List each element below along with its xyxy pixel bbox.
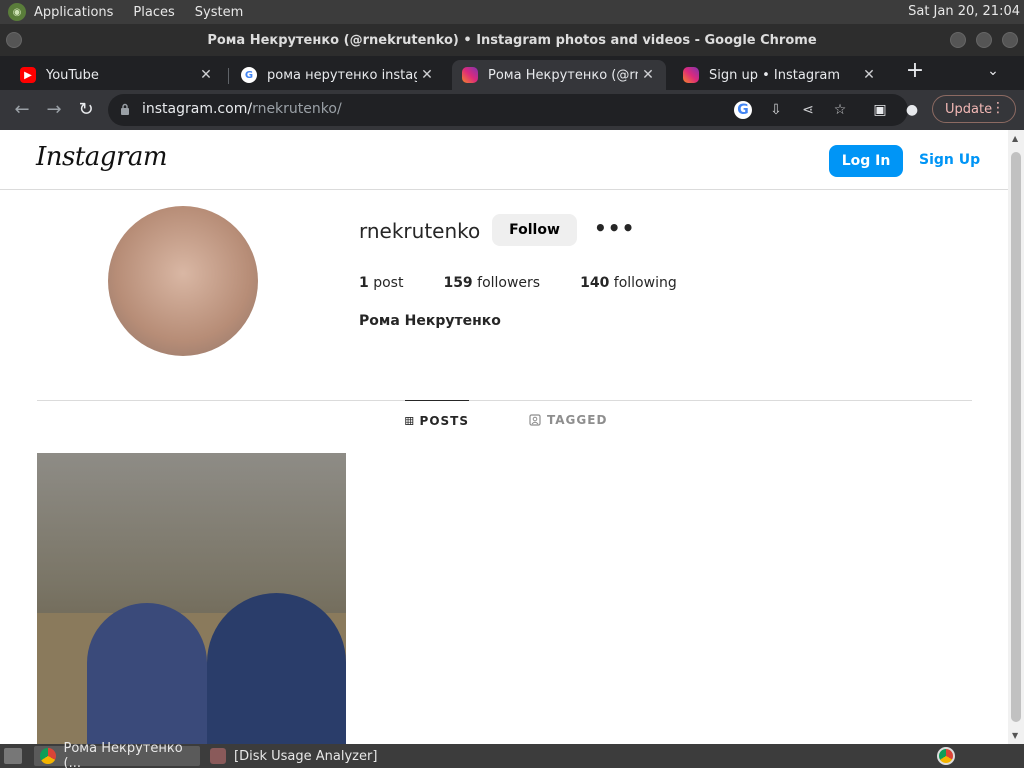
- bottom-taskbar: Рома Некрутенко (... [Disk Usage Analyze…: [0, 741, 1024, 768]
- following-count: 140: [580, 275, 610, 291]
- address-bar[interactable]: instagram.com/rnekrutenko/ G ⇩ ⋖ ☆: [108, 94, 908, 126]
- instagram-logo[interactable]: Instagram: [36, 142, 168, 172]
- tab-youtube[interactable]: ▶ YouTube ✕: [10, 60, 224, 90]
- instagram-page: Instagram Log In Sign Up rnekrutenko Fol…: [0, 130, 1008, 744]
- google-lens-icon[interactable]: G: [734, 101, 752, 119]
- update-button[interactable]: Update ⋮: [932, 95, 1016, 123]
- taskbar-item-label: Рома Некрутенко (...: [63, 741, 183, 768]
- instagram-header: Instagram Log In Sign Up: [0, 130, 1008, 190]
- window-menu-icon[interactable]: [6, 32, 22, 48]
- chevron-down-icon[interactable]: ⌄: [982, 60, 1004, 82]
- followers-count: 159: [443, 275, 473, 291]
- close-tab-icon[interactable]: ✕: [859, 67, 879, 83]
- login-button[interactable]: Log In: [829, 145, 903, 177]
- post-image-part: [87, 603, 207, 744]
- url-path: rnekrutenko/: [252, 101, 342, 117]
- install-app-icon[interactable]: ⇩: [766, 100, 786, 120]
- taskbar-item-label: [Disk Usage Analyzer]: [234, 748, 378, 764]
- instagram-icon: [462, 67, 478, 83]
- applications-menu[interactable]: Applications: [34, 5, 113, 20]
- post-image-part: [207, 593, 346, 744]
- tab-posts[interactable]: POSTS: [405, 400, 469, 440]
- url-host: instagram.com/: [142, 101, 253, 117]
- top-panel: ◉ Applications Places System Sat Jan 20,…: [0, 0, 1024, 24]
- minimize-icon[interactable]: [950, 32, 966, 48]
- profile-avatar[interactable]: [108, 206, 258, 356]
- chrome-tray-icon[interactable]: [937, 747, 955, 765]
- scroll-up-icon[interactable]: ▲: [1012, 134, 1018, 143]
- profile-stats: 1 post 159 followers 140 following: [359, 275, 717, 291]
- close-tab-icon[interactable]: ✕: [196, 67, 216, 83]
- google-icon: G: [241, 67, 257, 83]
- followers-label: followers: [477, 275, 541, 291]
- share-icon[interactable]: ⋖: [798, 100, 818, 120]
- lock-icon[interactable]: [120, 103, 130, 115]
- tab-tagged[interactable]: TAGGED: [529, 400, 607, 440]
- distro-logo-icon[interactable]: ◉: [8, 3, 26, 21]
- taskbar-item-disk-usage[interactable]: [Disk Usage Analyzer]: [204, 746, 384, 766]
- tabs-divider: [37, 400, 972, 401]
- grid-icon: [405, 416, 414, 425]
- close-tab-icon[interactable]: ✕: [417, 67, 437, 83]
- page-scrollbar[interactable]: ▲ ▼: [1008, 130, 1024, 744]
- profile-username: rnekrutenko: [359, 219, 481, 243]
- follow-button[interactable]: Follow: [492, 214, 577, 246]
- more-options-icon[interactable]: •••: [594, 216, 634, 244]
- close-window-icon[interactable]: [1002, 32, 1018, 48]
- post-thumbnail[interactable]: [37, 453, 346, 744]
- tab-label: Рома Некрутенко (@rnekrutenko): [488, 67, 638, 83]
- instagram-icon: [683, 67, 699, 83]
- posts-count: 1: [359, 275, 369, 291]
- update-label: Update: [945, 101, 993, 117]
- window-title-bar[interactable]: Рома Некрутенко (@rnekrutenko) • Instagr…: [0, 24, 1024, 56]
- following-stat[interactable]: 140 following: [580, 275, 677, 291]
- tab-instagram-signup[interactable]: Sign up • Instagram ✕: [673, 60, 887, 90]
- tab-instagram-profile[interactable]: Рома Некрутенко (@rnekrutenko) ✕: [452, 60, 666, 90]
- following-label: following: [613, 275, 677, 291]
- tab-posts-label: POSTS: [419, 413, 469, 428]
- places-menu[interactable]: Places: [133, 5, 174, 20]
- taskbar-item-chrome[interactable]: Рома Некрутенко (...: [34, 741, 200, 768]
- kebab-menu-icon[interactable]: ⋮: [991, 100, 1005, 116]
- window-title: Рома Некрутенко (@rnekrutenko) • Instagr…: [207, 32, 817, 48]
- bookmark-star-icon[interactable]: ☆: [830, 100, 850, 120]
- tab-strip: ▶ YouTube ✕ G рома нерутенко instagram ✕…: [0, 56, 1024, 90]
- posts-stat: 1 post: [359, 275, 403, 291]
- side-panel-icon[interactable]: ▣: [870, 100, 890, 120]
- clock[interactable]: Sat Jan 20, 21:04: [908, 4, 1020, 19]
- forward-icon[interactable]: →: [42, 98, 66, 122]
- tagged-icon: [529, 414, 541, 426]
- profile-icon[interactable]: ●: [902, 100, 922, 120]
- maximize-icon[interactable]: [976, 32, 992, 48]
- tab-separator: [228, 68, 229, 84]
- posts-label: post: [373, 275, 404, 291]
- scroll-down-icon[interactable]: ▼: [1012, 731, 1018, 740]
- signup-link[interactable]: Sign Up: [919, 152, 980, 168]
- back-icon[interactable]: ←: [10, 98, 34, 122]
- close-tab-icon[interactable]: ✕: [638, 67, 658, 83]
- youtube-icon: ▶: [20, 67, 36, 83]
- tab-google-search[interactable]: G рома нерутенко instagram ✕: [231, 60, 445, 90]
- profile-full-name: Рома Некрутенко: [359, 313, 501, 329]
- reload-icon[interactable]: ↻: [74, 98, 98, 122]
- browser-toolbar: ← → ↻ instagram.com/rnekrutenko/ G ⇩ ⋖ ☆…: [0, 90, 1024, 130]
- screen: ◉ Applications Places System Sat Jan 20,…: [0, 0, 1024, 768]
- show-desktop-icon[interactable]: [4, 748, 22, 764]
- system-menu[interactable]: System: [195, 5, 243, 20]
- tab-tagged-label: TAGGED: [547, 413, 608, 427]
- url-text[interactable]: instagram.com/rnekrutenko/: [142, 101, 342, 117]
- tab-label: YouTube: [46, 67, 99, 83]
- new-tab-icon[interactable]: +: [904, 60, 926, 82]
- scrollbar-thumb[interactable]: [1011, 152, 1021, 722]
- disk-usage-icon: [210, 748, 226, 764]
- followers-stat[interactable]: 159 followers: [443, 275, 540, 291]
- tab-label: Sign up • Instagram: [709, 67, 841, 83]
- tab-label: рома нерутенко instagram: [267, 67, 417, 83]
- chrome-icon: [40, 748, 56, 764]
